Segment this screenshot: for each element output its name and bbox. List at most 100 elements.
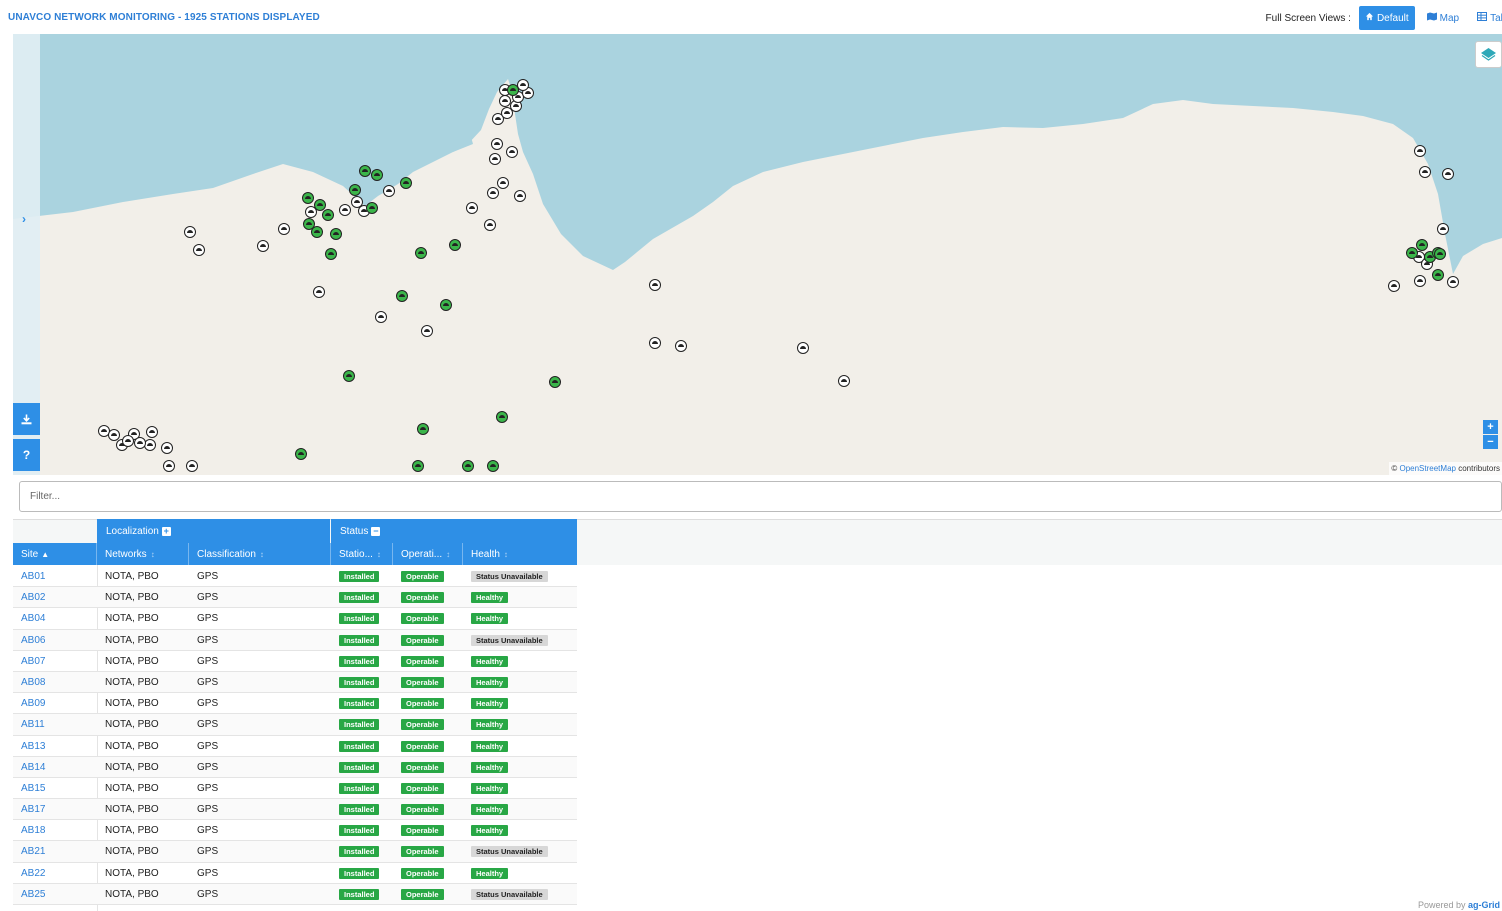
table-row[interactable]: AB07 NOTA, PBO GPS Installed Operable Healthy [13, 651, 577, 672]
station-marker-icon[interactable] [184, 226, 196, 238]
station-marker-icon[interactable] [506, 146, 518, 158]
column-header-operational[interactable]: Operati... ↕ [393, 543, 463, 565]
cell-site[interactable]: AB08 [13, 672, 97, 693]
zoom-in-button[interactable]: + [1483, 420, 1498, 434]
table-row[interactable]: AB06 NOTA, PBO GPS Installed Operable Status … [13, 629, 577, 651]
view-map-button[interactable]: Map [1421, 6, 1465, 30]
station-marker-icon[interactable] [396, 290, 408, 302]
station-marker-icon[interactable] [371, 169, 383, 181]
group-localization[interactable]: Localization + [97, 519, 330, 543]
table-row[interactable]: AB01 NOTA, PBO GPS Installed Operable Status … [13, 566, 577, 588]
station-marker-icon[interactable] [415, 247, 427, 259]
site-link[interactable]: AB08 [21, 677, 45, 688]
station-marker-icon[interactable] [1416, 239, 1428, 251]
table-row[interactable]: AB02 NOTA, PBO GPS Installed Operable Healthy [13, 587, 577, 609]
table-row[interactable]: AB04 NOTA, PBO GPS Installed Operable Healthy [13, 608, 577, 630]
table-row[interactable]: AB22 NOTA, PBO GPS Installed Operable Healthy [13, 863, 577, 884]
cell-site[interactable]: AB06 [13, 630, 97, 651]
station-marker-icon[interactable] [400, 177, 412, 189]
station-marker-icon[interactable] [322, 209, 334, 221]
station-marker-icon[interactable] [122, 435, 134, 447]
view-table-button[interactable]: Table [1471, 6, 1502, 30]
site-link[interactable]: AB17 [21, 804, 45, 815]
station-marker-icon[interactable] [1434, 248, 1446, 260]
station-marker-icon[interactable] [838, 375, 850, 387]
osm-link[interactable]: OpenStreetMap [1399, 464, 1455, 473]
station-marker-icon[interactable] [146, 426, 158, 438]
site-link[interactable]: AB21 [21, 846, 45, 857]
view-default-button[interactable]: Default [1358, 6, 1415, 30]
station-marker-icon[interactable] [375, 311, 387, 323]
station-marker-icon[interactable] [311, 226, 323, 238]
site-link[interactable]: AB09 [21, 698, 45, 709]
cell-site[interactable]: AB07 [13, 651, 97, 672]
download-button[interactable] [13, 403, 40, 435]
station-marker-icon[interactable] [649, 337, 661, 349]
cell-site[interactable]: AB01 [13, 566, 97, 587]
station-marker-icon[interactable] [339, 204, 351, 216]
zoom-out-button[interactable]: − [1483, 435, 1498, 449]
site-link[interactable]: AB04 [21, 613, 45, 624]
station-marker-icon[interactable] [359, 165, 371, 177]
column-header-site[interactable]: Site ▲ [13, 543, 97, 565]
station-marker-icon[interactable] [487, 187, 499, 199]
cell-site[interactable]: AB02 [13, 587, 97, 608]
cell-site[interactable]: AB15 [13, 778, 97, 799]
filter-input[interactable] [19, 481, 1502, 512]
cell-site[interactable]: AB22 [13, 863, 97, 884]
station-marker-icon[interactable] [1419, 166, 1431, 178]
site-link[interactable]: AB11 [21, 719, 45, 730]
station-marker-icon[interactable] [489, 153, 501, 165]
site-link[interactable]: AB01 [21, 571, 45, 582]
group-status[interactable]: Status − [331, 519, 577, 543]
station-marker-icon[interactable] [484, 219, 496, 231]
column-header-station[interactable]: Statio... ↕ [331, 543, 393, 565]
cell-site[interactable]: AB25 [13, 884, 97, 905]
station-marker-icon[interactable] [466, 202, 478, 214]
station-marker-icon[interactable] [507, 84, 519, 96]
station-marker-icon[interactable] [313, 286, 325, 298]
station-marker-icon[interactable] [462, 460, 474, 472]
table-row[interactable]: AB13 NOTA, PBO GPS Installed Operable Healthy [13, 736, 577, 757]
cell-site[interactable]: AB18 [13, 820, 97, 841]
table-row[interactable]: AB09 NOTA, PBO GPS Installed Operable Healthy [13, 693, 577, 715]
station-map[interactable]: › ? + − © OpenStreetMap contributors [13, 34, 1502, 475]
site-link[interactable]: AB07 [21, 656, 45, 667]
station-marker-icon[interactable] [302, 192, 314, 204]
station-marker-icon[interactable] [1437, 223, 1449, 235]
table-row[interactable]: AB15 NOTA, PBO GPS Installed Operable Healthy [13, 778, 577, 800]
station-marker-icon[interactable] [675, 340, 687, 352]
station-marker-icon[interactable] [383, 185, 395, 197]
column-header-health[interactable]: Health ↕ [463, 543, 577, 565]
station-marker-icon[interactable] [499, 95, 511, 107]
table-row[interactable]: AB21 NOTA, PBO GPS Installed Operable Status … [13, 841, 577, 863]
table-row[interactable]: AB11 NOTA, PBO GPS Installed Operable Healthy [13, 714, 577, 736]
column-header-networks[interactable]: Networks ↕ [97, 543, 189, 565]
site-link[interactable]: AB13 [21, 741, 45, 752]
cell-site[interactable]: AB09 [13, 693, 97, 714]
expand-icon[interactable]: + [161, 526, 171, 536]
site-link[interactable]: AB18 [21, 825, 45, 836]
station-marker-icon[interactable] [549, 376, 561, 388]
cell-site[interactable]: AB11 [13, 714, 97, 735]
station-marker-icon[interactable] [421, 325, 433, 337]
station-marker-icon[interactable] [366, 202, 378, 214]
cell-site[interactable]: AB14 [13, 757, 97, 778]
station-marker-icon[interactable] [278, 223, 290, 235]
chevron-right-icon[interactable]: › [22, 212, 26, 226]
site-link[interactable]: AB25 [21, 889, 45, 900]
cell-site[interactable]: AB13 [13, 736, 97, 757]
cell-site[interactable]: AB17 [13, 799, 97, 820]
help-button[interactable]: ? [13, 439, 40, 471]
station-marker-icon[interactable] [491, 138, 503, 150]
station-marker-icon[interactable] [496, 411, 508, 423]
station-marker-icon[interactable] [161, 442, 173, 454]
station-marker-icon[interactable] [1447, 276, 1459, 288]
station-marker-icon[interactable] [163, 460, 175, 472]
ag-grid-link[interactable]: ag-Grid [1468, 900, 1500, 910]
column-header-classification[interactable]: Classification ↕ [189, 543, 331, 565]
station-marker-icon[interactable] [497, 177, 509, 189]
station-marker-icon[interactable] [134, 437, 146, 449]
table-row[interactable]: AB08 NOTA, PBO GPS Installed Operable Healthy [13, 671, 577, 694]
station-marker-icon[interactable] [330, 228, 342, 240]
